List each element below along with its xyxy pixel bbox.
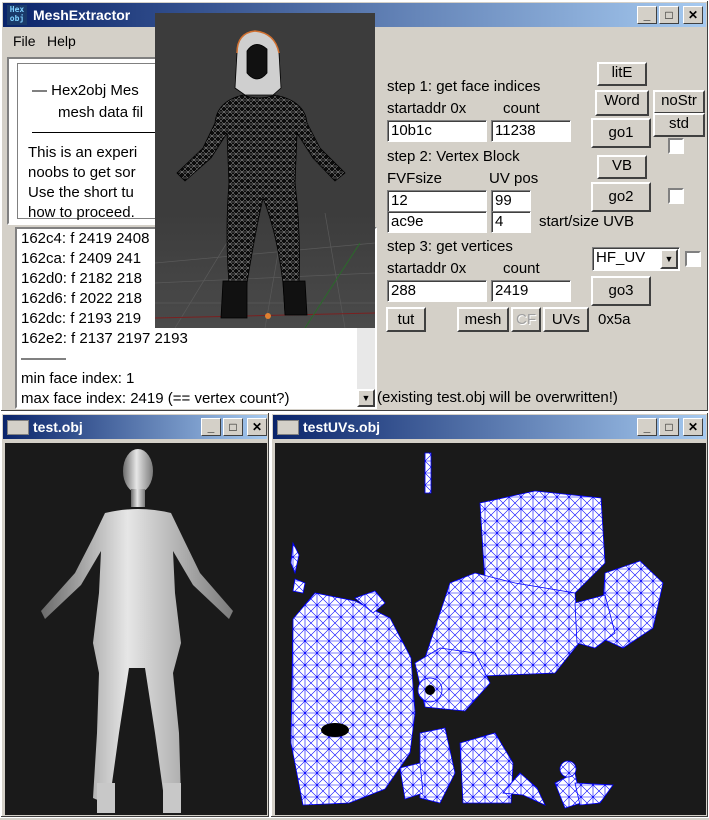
step2-title: step 2: Vertex Block [387, 148, 520, 165]
log-line: max face index: 2419 (== vertex count?) [21, 390, 290, 407]
vb-button[interactable]: VB [597, 155, 647, 179]
test-uvs-viewport[interactable] [275, 443, 706, 815]
go1-button[interactable]: go1 [591, 118, 651, 148]
go2-button[interactable]: go2 [591, 182, 651, 212]
test-uvs-window: testUVs.obj _ □ ✕ [270, 412, 709, 818]
uv-pos-field[interactable]: 99 [491, 190, 531, 212]
log-line: ——— [21, 350, 66, 367]
window-icon [277, 420, 299, 435]
mesh-button[interactable]: mesh [457, 307, 509, 332]
word-button[interactable]: Word [595, 90, 649, 116]
go3-button[interactable]: go3 [591, 276, 651, 306]
step3-count-label: count [503, 260, 540, 277]
uvb-start-field[interactable]: ac9e [387, 211, 487, 233]
test-obj-title-bar[interactable]: test.obj _ □ ✕ [3, 415, 267, 439]
format-select[interactable]: HF_UV ▼ [592, 247, 680, 271]
step1-addr-field[interactable]: 10b1c [387, 120, 487, 142]
menu-help[interactable]: Help [47, 33, 76, 49]
app-icon: Hex obj [7, 5, 27, 25]
minimize-icon[interactable]: _ [637, 418, 657, 436]
step3-title: step 3: get vertices [387, 238, 513, 255]
uvb-label: start/size UVB [539, 213, 635, 230]
mesh-preview-viewport[interactable] [154, 13, 376, 329]
log-line: 162e2: f 2137 2197 2193 [21, 330, 188, 347]
step2-uvpos-label: UV pos [489, 170, 539, 187]
step1-count-label: count [503, 100, 540, 117]
close-icon[interactable]: ✕ [683, 6, 703, 24]
hex-value-label: 0x5a [598, 311, 631, 328]
step3-checkbox[interactable] [685, 251, 701, 267]
window-icon [7, 420, 29, 435]
lite-button[interactable]: litE [597, 62, 647, 86]
info-text-1: This is an experi [28, 144, 138, 161]
dropdown-arrow-icon[interactable]: ▼ [660, 249, 678, 269]
status-text: (existing test.obj will be overwritten!) [377, 389, 618, 406]
shaded-figure-image [41, 449, 233, 813]
scroll-down-icon[interactable]: ▼ [357, 389, 375, 407]
uvs-button[interactable]: UVs [543, 307, 589, 332]
tut-button[interactable]: tut [386, 307, 426, 332]
step2-fvf-label: FVFsize [387, 170, 443, 187]
step3-addr-label: startaddr 0x [387, 260, 467, 277]
format-select-value: HF_UV [596, 249, 646, 266]
minimize-icon[interactable]: _ [637, 6, 657, 24]
maximize-icon[interactable]: □ [659, 418, 679, 436]
nostr-button[interactable]: noStr [653, 90, 705, 114]
test-uvs-title: testUVs.obj [303, 419, 381, 435]
log-line: min face index: 1 [21, 370, 135, 387]
test-obj-window: test.obj _ □ ✕ [0, 412, 270, 818]
info-text-4: how to proceed. [28, 204, 135, 221]
step1-title: step 1: get face indices [387, 78, 541, 95]
test-obj-viewport[interactable] [5, 443, 267, 815]
maximize-icon[interactable]: □ [223, 418, 243, 436]
step3-count-field[interactable]: 2419 [491, 280, 571, 302]
info-text-2: noobs to get sor [28, 164, 136, 181]
info-title-line2: mesh data fil [58, 104, 144, 121]
test-uvs-title-bar[interactable]: testUVs.obj _ □ ✕ [273, 415, 706, 439]
info-text-3: Use the short tu [28, 184, 134, 201]
menu-file[interactable]: File [13, 33, 36, 49]
fvf-size-field[interactable]: 12 [387, 190, 487, 212]
step3-addr-field[interactable]: 288 [387, 280, 487, 302]
step2-checkbox[interactable] [668, 188, 684, 204]
std-button[interactable]: std [653, 113, 705, 137]
info-title-line1: — Hex2obj Mes [32, 82, 139, 99]
test-obj-title: test.obj [33, 419, 83, 435]
step1-addr-label: startaddr 0x [387, 100, 467, 117]
minimize-icon[interactable]: _ [201, 418, 221, 436]
window-title: MeshExtractor [33, 7, 131, 23]
close-icon[interactable]: ✕ [247, 418, 267, 436]
wireframe-figure-image [154, 30, 376, 329]
step1-count-field[interactable]: 11238 [491, 120, 571, 142]
cf-button[interactable]: CF [511, 307, 541, 332]
maximize-icon[interactable]: □ [659, 6, 679, 24]
uv-layout-image [290, 452, 664, 809]
close-icon[interactable]: ✕ [683, 418, 703, 436]
uvb-size-field[interactable]: 4 [491, 211, 531, 233]
step1-checkbox[interactable] [668, 138, 684, 154]
